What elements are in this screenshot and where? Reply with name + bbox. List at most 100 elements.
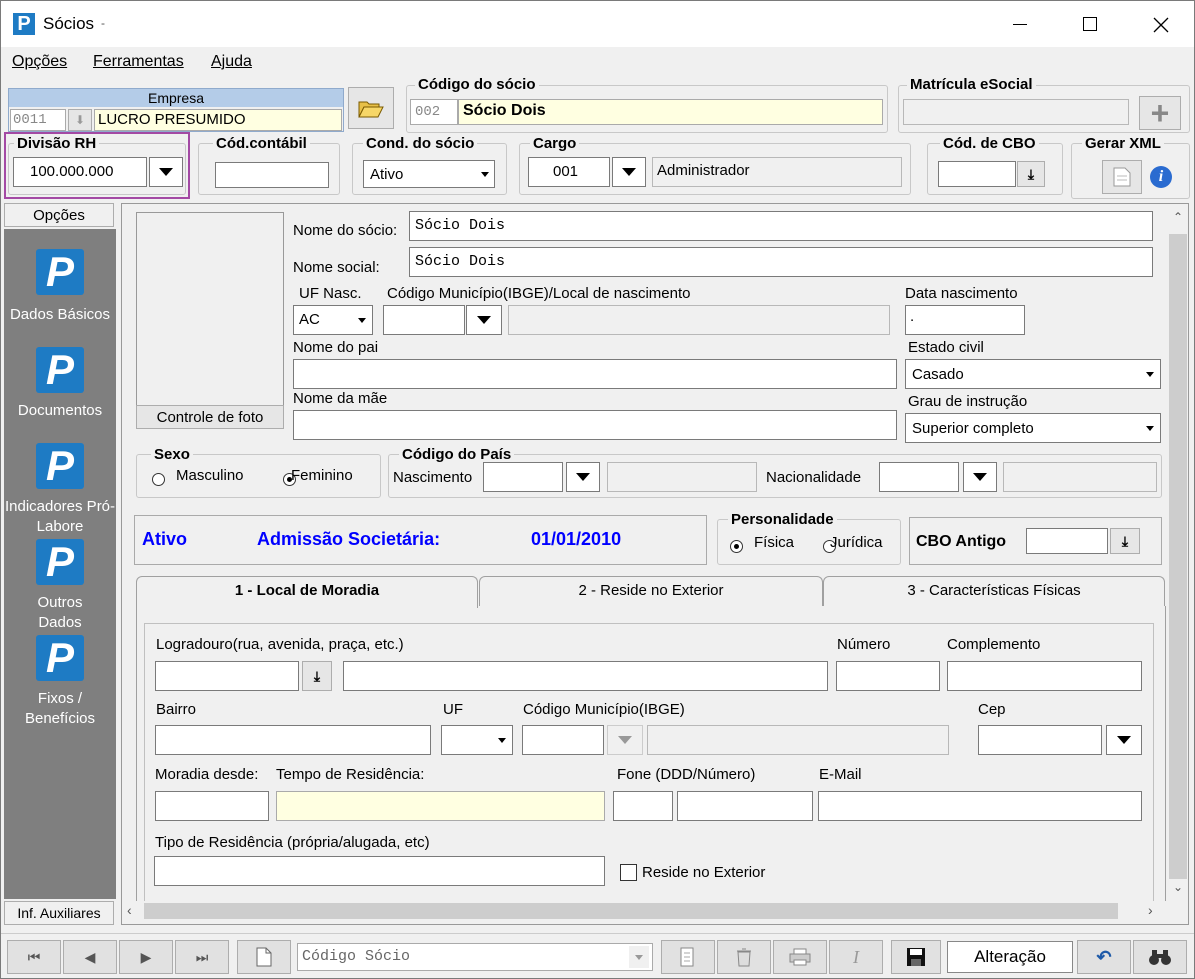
data-nasc-input[interactable]: . xyxy=(905,305,1025,335)
nome-socio-input[interactable]: Sócio Dois xyxy=(409,211,1153,241)
gerar-xml-button[interactable] xyxy=(1102,160,1142,194)
nacionalidade-input[interactable] xyxy=(879,462,959,492)
menu-opcoes[interactable]: Opções xyxy=(12,53,67,71)
cbo-lookup-button[interactable]: ⤓ xyxy=(1017,161,1045,187)
horizontal-scrollbar[interactable]: ‹ › xyxy=(122,901,1168,921)
sidebar-item-fixos[interactable]: P xyxy=(36,635,84,681)
email-input[interactable] xyxy=(818,791,1142,821)
uf-label: UF xyxy=(443,701,463,718)
nacionalidade-dropdown[interactable] xyxy=(963,462,997,492)
new-record-button[interactable] xyxy=(237,940,291,974)
first-record-button[interactable]: ⏮ xyxy=(7,940,61,974)
sidebar-opcoes-button[interactable]: Opções xyxy=(4,203,114,227)
cargo-dropdown[interactable] xyxy=(612,157,646,187)
cond-socio-group: Cond. do sócio Ativo xyxy=(352,136,507,195)
tab-caracteristicas-fisicas[interactable]: 3 - Características Físicas xyxy=(823,576,1165,606)
fone-ddd-input[interactable] xyxy=(613,791,673,821)
divisao-rh-input[interactable]: 100.000.000 xyxy=(13,157,147,187)
cep-dropdown[interactable] xyxy=(1106,725,1142,755)
fone-numero-input[interactable] xyxy=(677,791,813,821)
vertical-scroll-thumb[interactable] xyxy=(1169,234,1187,879)
add-matricula-button[interactable]: + xyxy=(1139,96,1181,130)
scroll-right-icon[interactable]: › xyxy=(1148,902,1153,918)
document-icon xyxy=(1113,167,1131,187)
tab-reside-exterior[interactable]: 2 - Reside no Exterior xyxy=(479,576,823,606)
nome-mae-input[interactable] xyxy=(293,410,897,440)
codigo-socio-code[interactable]: 002 xyxy=(410,99,458,125)
reside-exterior-checkbox[interactable] xyxy=(620,864,637,881)
moradia-desde-input[interactable] xyxy=(155,791,269,821)
chevron-down-icon[interactable] xyxy=(1143,367,1157,381)
chevron-down-icon[interactable] xyxy=(1143,421,1157,435)
cond-socio-select[interactable]: Ativo xyxy=(363,160,495,188)
tipo-residencia-input[interactable] xyxy=(154,856,605,886)
sidebar-item-indicadores[interactable]: P xyxy=(36,443,84,489)
grau-select[interactable]: Superior completo xyxy=(905,413,1161,443)
numero-input[interactable] xyxy=(836,661,940,691)
empresa-lookup-icon[interactable]: ⬇ xyxy=(68,109,92,131)
nome-pai-input[interactable] xyxy=(293,359,897,389)
print-button[interactable] xyxy=(773,940,827,974)
italic-button[interactable]: I xyxy=(829,940,883,974)
pais-nascimento-name xyxy=(607,462,757,492)
undo-button[interactable]: ↶ xyxy=(1077,940,1131,974)
cod-mun-nasc-dropdown[interactable] xyxy=(466,305,502,335)
email-label: E-Mail xyxy=(819,766,862,783)
previous-record-button[interactable]: ◀ xyxy=(63,940,117,974)
next-icon: ▶ xyxy=(140,948,152,965)
scroll-left-icon[interactable]: ‹ xyxy=(127,902,132,918)
delete-button[interactable] xyxy=(717,940,771,974)
pais-nascimento-dropdown[interactable] xyxy=(566,462,600,492)
logradouro-input[interactable] xyxy=(343,661,828,691)
sidebar-item-outros-dados[interactable]: P xyxy=(36,539,84,585)
minimize-icon[interactable] xyxy=(1013,24,1027,25)
scroll-up-icon[interactable]: ⌃ xyxy=(1173,210,1183,224)
pais-nascimento-input[interactable] xyxy=(483,462,563,492)
chevron-down-icon[interactable] xyxy=(355,313,369,327)
chevron-down-icon[interactable] xyxy=(495,733,509,747)
cod-mun-dropdown[interactable] xyxy=(607,725,643,755)
search-codigo-socio[interactable]: Código Sócio xyxy=(297,943,653,971)
bairro-input[interactable] xyxy=(155,725,431,755)
cbo-antigo-lookup-button[interactable]: ⤓ xyxy=(1110,528,1140,554)
search-dropdown-icon[interactable] xyxy=(629,946,649,968)
report-button[interactable] xyxy=(661,940,715,974)
vertical-scrollbar[interactable]: ⌃ ⌄ xyxy=(1168,204,1188,901)
photo-control-button[interactable]: Controle de foto xyxy=(136,405,284,429)
complemento-input[interactable] xyxy=(947,661,1142,691)
menu-ferramentas[interactable]: Ferramentas xyxy=(93,53,184,71)
horizontal-scroll-thumb[interactable] xyxy=(144,903,1118,919)
sidebar-item-dados-basicos[interactable]: P xyxy=(36,249,84,295)
sidebar-item-documentos[interactable]: P xyxy=(36,347,84,393)
maximize-icon[interactable] xyxy=(1083,17,1097,31)
tab-local-moradia[interactable]: 1 - Local de Moradia xyxy=(136,576,478,608)
sidebar-inf-auxiliares-button[interactable]: Inf. Auxiliares xyxy=(4,901,114,925)
next-record-button[interactable]: ▶ xyxy=(119,940,173,974)
divisao-rh-dropdown[interactable] xyxy=(149,157,183,187)
info-icon[interactable]: i xyxy=(1150,166,1172,188)
nome-social-input[interactable]: Sócio Dois xyxy=(409,247,1153,277)
cod-mun-nasc-input[interactable] xyxy=(383,305,465,335)
cargo-code-input[interactable]: 001 xyxy=(528,157,610,187)
cep-input[interactable] xyxy=(978,725,1102,755)
cond-socio-dropdown-icon[interactable] xyxy=(477,162,493,186)
sexo-masculino-label: Masculino xyxy=(176,467,244,484)
photo-frame xyxy=(136,212,284,406)
cod-contabil-input[interactable] xyxy=(215,162,329,188)
last-record-button[interactable]: ⏭ xyxy=(175,940,229,974)
find-button[interactable] xyxy=(1133,940,1187,974)
open-folder-button[interactable] xyxy=(348,87,394,129)
fisica-radio[interactable] xyxy=(730,539,743,553)
codigo-socio-group: Código do sócio 002 Sócio Dois xyxy=(406,77,888,133)
scroll-down-icon[interactable]: ⌄ xyxy=(1173,880,1183,894)
cod-mun-input[interactable] xyxy=(522,725,604,755)
close-icon[interactable] xyxy=(1153,17,1169,33)
menu-ajuda[interactable]: Ajuda xyxy=(211,53,252,71)
cbo-antigo-input[interactable] xyxy=(1026,528,1108,554)
estado-civil-select[interactable]: Casado xyxy=(905,359,1161,389)
logradouro-lookup-button[interactable]: ⤓ xyxy=(302,661,332,691)
logradouro-tipo-input[interactable] xyxy=(155,661,299,691)
save-button[interactable] xyxy=(891,940,941,974)
sexo-masculino-radio[interactable] xyxy=(152,472,165,486)
cbo-input[interactable] xyxy=(938,161,1016,187)
